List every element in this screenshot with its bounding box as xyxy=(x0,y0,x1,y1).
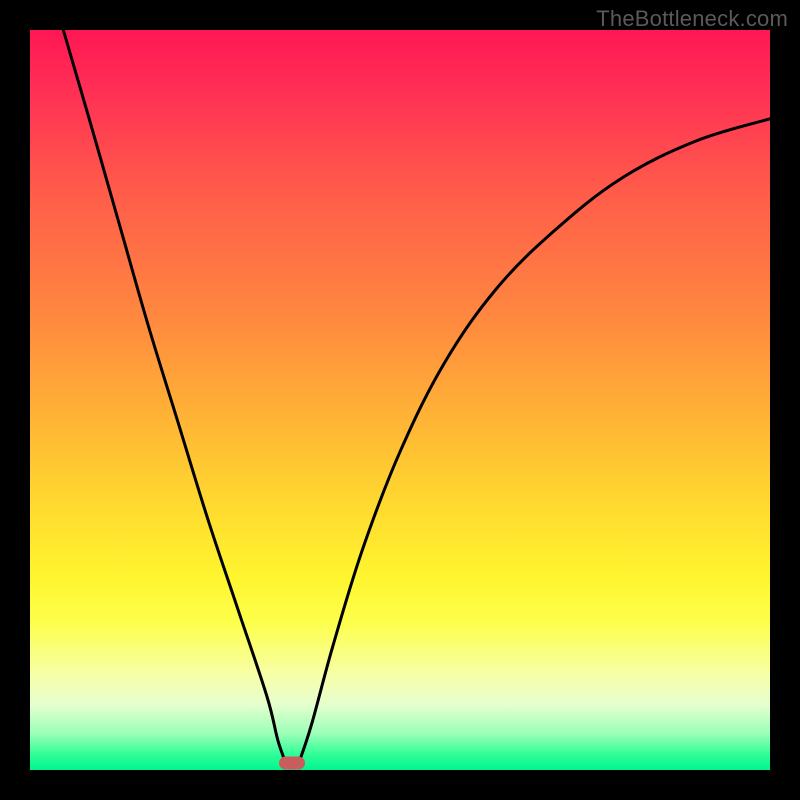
curve-right-branch xyxy=(298,119,770,766)
chart-curve xyxy=(30,30,770,770)
curve-left-branch xyxy=(63,30,286,766)
watermark-text: TheBottleneck.com xyxy=(596,6,788,32)
target-marker xyxy=(279,757,305,770)
plot-area xyxy=(30,30,770,770)
